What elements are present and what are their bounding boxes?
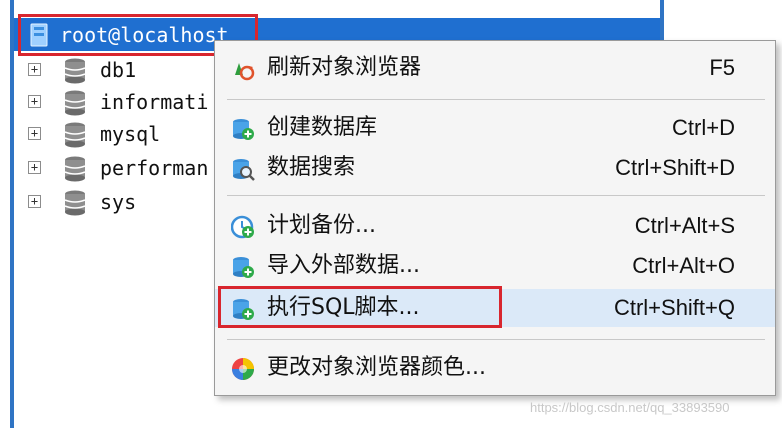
menu-item-label: 计划备份... xyxy=(267,213,376,238)
menu-item-label: 更改对象浏览器颜色... xyxy=(267,355,486,380)
database-icon xyxy=(64,58,86,84)
data-search-icon xyxy=(233,159,255,181)
menu-item-create-database[interactable]: 创建数据库 Ctrl+D xyxy=(215,109,775,147)
expand-icon[interactable]: + xyxy=(28,63,41,76)
menu-item-shortcut: Ctrl+Shift+D xyxy=(615,155,735,180)
refresh-icon xyxy=(235,63,255,81)
watermark-text: https://blog.csdn.net/qq_33893590 xyxy=(530,400,730,415)
menu-item-change-browser-color[interactable]: 更改对象浏览器颜色... xyxy=(215,349,775,387)
database-icon xyxy=(64,90,86,116)
menu-item-import-data[interactable]: 导入外部数据... Ctrl+Alt+O xyxy=(215,247,775,285)
expand-icon[interactable]: + xyxy=(28,161,41,174)
menu-item-shortcut: F5 xyxy=(709,55,735,80)
menu-item-refresh[interactable]: 刷新对象浏览器 F5 xyxy=(215,49,775,87)
database-icon xyxy=(64,190,86,216)
menu-item-shortcut: Ctrl+D xyxy=(672,115,735,140)
menu-item-shortcut: Ctrl+Alt+O xyxy=(632,253,735,278)
panel-border-right xyxy=(660,0,664,40)
database-icon xyxy=(64,156,86,182)
database-label[interactable]: informati xyxy=(100,90,208,114)
import-data-icon xyxy=(233,257,254,278)
panel-border xyxy=(10,0,14,428)
expand-icon[interactable]: + xyxy=(28,95,41,108)
menu-item-label: 创建数据库 xyxy=(267,115,378,140)
menu-separator xyxy=(227,99,765,100)
database-icon xyxy=(64,122,86,148)
menu-item-label: 刷新对象浏览器 xyxy=(267,55,422,80)
menu-item-shortcut: Ctrl+Alt+S xyxy=(634,213,735,238)
database-label[interactable]: db1 xyxy=(100,58,136,82)
database-label[interactable]: performan xyxy=(100,156,208,180)
expand-icon[interactable]: + xyxy=(28,195,41,208)
database-label[interactable]: sys xyxy=(100,190,136,214)
create-database-icon xyxy=(233,119,254,140)
color-wheel-icon xyxy=(232,358,254,380)
database-label[interactable]: mysql xyxy=(100,122,160,146)
context-menu: 刷新对象浏览器 F5 创建数据库 Ctrl+D 数据搜索 Ctrl+Shift+… xyxy=(214,40,776,396)
menu-item-schedule-backup[interactable]: 计划备份... Ctrl+Alt+S xyxy=(215,207,775,245)
expand-icon[interactable]: + xyxy=(28,127,41,140)
menu-separator xyxy=(227,195,765,196)
menu-item-data-search[interactable]: 数据搜索 Ctrl+Shift+D xyxy=(215,149,775,187)
menu-item-label: 导入外部数据... xyxy=(267,253,420,278)
menu-item-label: 数据搜索 xyxy=(267,155,356,180)
menu-separator xyxy=(227,339,765,340)
menu-item-shortcut: Ctrl+Shift+Q xyxy=(613,295,735,320)
schedule-backup-icon xyxy=(231,215,254,239)
execute-sql-highlight-box xyxy=(218,286,502,328)
